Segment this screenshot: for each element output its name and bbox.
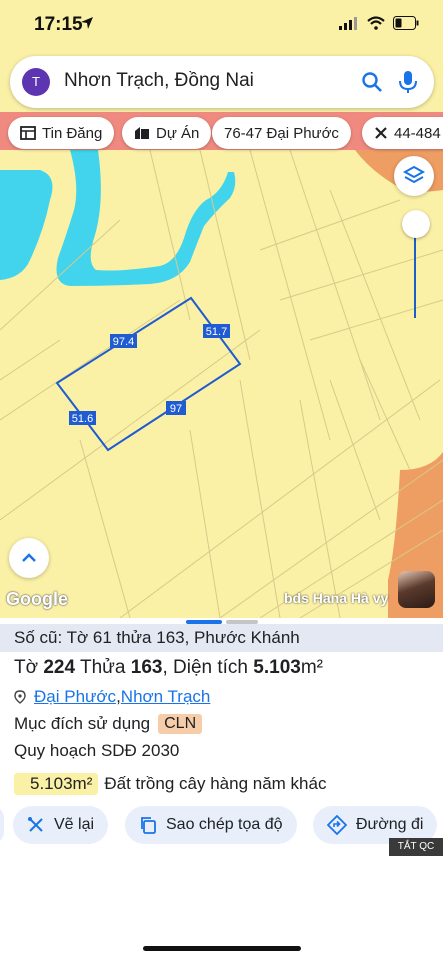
- zoning-description: Đất trồng cây hàng năm khác: [104, 774, 327, 793]
- chevron-up-icon: [22, 553, 36, 562]
- svg-text:51.7: 51.7: [206, 326, 227, 338]
- svg-text:97: 97: [170, 403, 182, 415]
- parcel-location: Đại Phước, Nhơn Trạch: [14, 687, 210, 707]
- parcel-number: 163: [130, 657, 163, 678]
- profile-thumbnail[interactable]: [398, 571, 435, 608]
- expand-up-button[interactable]: [9, 538, 49, 578]
- layers-icon: [402, 165, 426, 184]
- map-watermark: bds Hana Hà vy: [284, 590, 389, 606]
- sheet-number: 224: [43, 657, 76, 678]
- status-icons: [339, 16, 419, 30]
- wifi-icon: [367, 16, 385, 30]
- edge-label-top: 97.4: [110, 334, 137, 348]
- svg-text:51.6: 51.6: [72, 413, 93, 425]
- signal-icon: [339, 16, 357, 30]
- zoning-row: 5.103m² Đất trồng cây hàng năm khác: [14, 773, 326, 795]
- district-link[interactable]: Nhơn Trạch: [121, 687, 211, 707]
- old-parcel-info: Số cũ: Tờ 61 thửa 163, Phước Khánh: [0, 624, 443, 652]
- google-logo: Google: [6, 589, 68, 609]
- land-use-purpose: Mục đích sử dụng CLN: [14, 714, 203, 734]
- opacity-slider-track[interactable]: [414, 232, 416, 318]
- land-use-badge: CLN: [158, 714, 203, 734]
- location-arrow-icon: [81, 17, 93, 29]
- search-input[interactable]: Nhơn Trạch, Đồng Nai: [64, 70, 254, 92]
- copy-coordinates-button[interactable]: Sao chép tọa độ: [125, 806, 297, 844]
- edge-label-left: 51.6: [69, 411, 96, 425]
- filter-chips: Tin Đăng Dự Án 76-47 Đại Phước 44-484: [0, 117, 443, 149]
- status-time: 17:15: [34, 14, 83, 35]
- action-bar: Vẽ lại Sao chép tọa độ Đường đi: [0, 806, 443, 844]
- account-avatar[interactable]: T: [22, 68, 50, 96]
- status-bar: 17:15: [0, 0, 443, 50]
- opacity-slider-thumb[interactable]: [402, 210, 430, 238]
- zoning-plan-title: Quy hoạch SDĐ 2030: [14, 741, 180, 760]
- ward-link[interactable]: Đại Phước: [34, 687, 116, 707]
- svg-text:97.4: 97.4: [113, 336, 134, 348]
- listing-icon: [20, 126, 36, 140]
- chip-parcel-history-1[interactable]: 76-47 Đại Phước: [212, 117, 351, 149]
- redraw-button[interactable]: Vẽ lại: [13, 806, 109, 844]
- parcel-area: 5.103: [253, 657, 301, 678]
- parcel-summary: Tờ 224 Thửa 163, Diện tích 5.103m²: [14, 657, 323, 678]
- zoning-area-badge: 5.103m²: [14, 773, 99, 795]
- action-previous-partial[interactable]: [0, 806, 4, 844]
- edge-label-right: 51.7: [203, 324, 230, 338]
- chip-projects[interactable]: Dự Án: [122, 117, 212, 149]
- tools-icon: [375, 127, 387, 139]
- chip-listings[interactable]: Tin Đăng: [8, 117, 115, 149]
- directions-icon: [327, 815, 347, 835]
- building-icon: [135, 127, 149, 139]
- location-pin-icon: [14, 690, 26, 704]
- battery-icon: [393, 16, 419, 30]
- microphone-icon[interactable]: [398, 69, 418, 95]
- home-indicator: [143, 946, 301, 951]
- search-bar[interactable]: T Nhơn Trạch, Đồng Nai: [10, 56, 434, 108]
- edge-label-bottom: 97: [166, 401, 186, 415]
- hide-ads-button[interactable]: TẮT QC: [389, 838, 443, 856]
- chip-parcel-history-2[interactable]: 44-484: [362, 117, 443, 149]
- search-icon[interactable]: [360, 70, 384, 94]
- redraw-icon: [28, 817, 43, 832]
- layers-button[interactable]: [394, 156, 434, 196]
- copy-icon: [141, 817, 156, 834]
